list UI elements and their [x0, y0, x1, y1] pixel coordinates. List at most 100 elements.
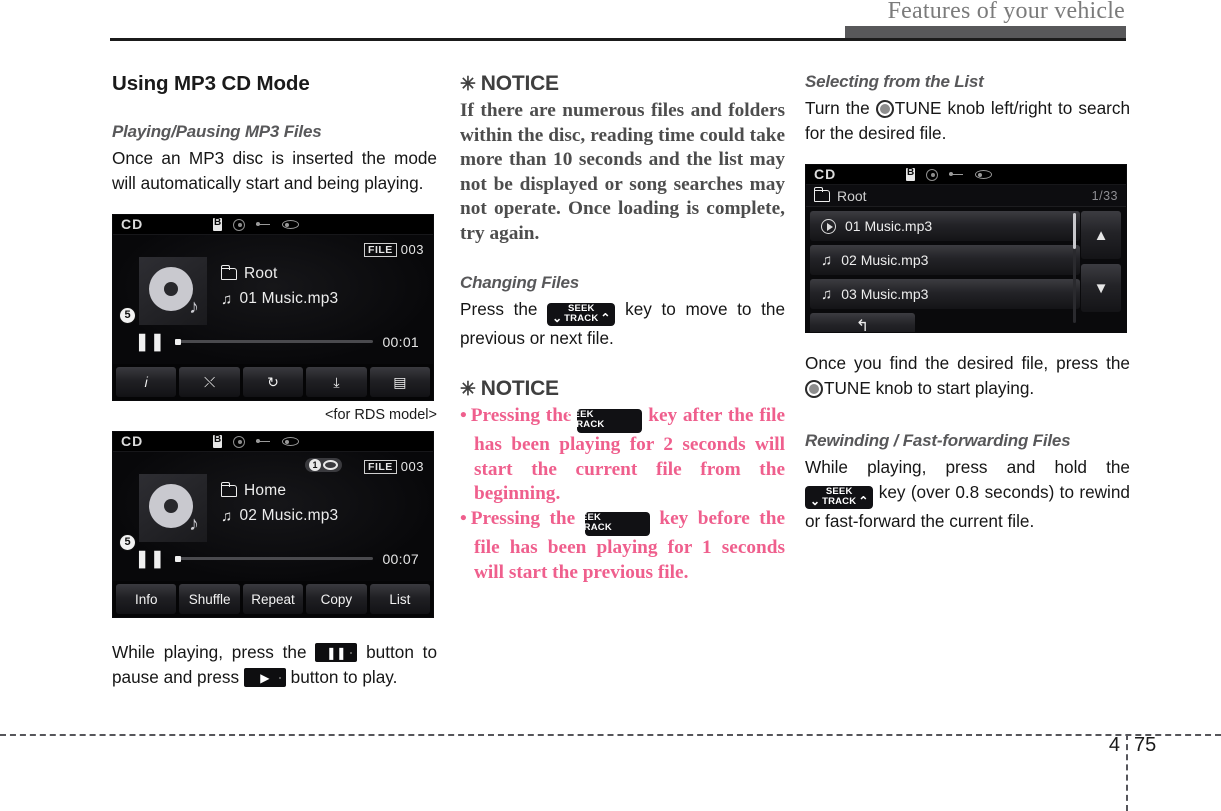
progress-handle[interactable]: [174, 338, 181, 345]
asterisk-icon: ✳: [460, 74, 476, 95]
list-item-label: 03 Music.mp3: [841, 286, 929, 302]
chevron-down-icon: ⌄: [552, 310, 563, 325]
screen2-track-info: Home ♫ 02 Music.mp3: [221, 482, 338, 532]
list-icon[interactable]: ▤: [369, 367, 431, 397]
notice-bullet-1: • Pressing the ⌄SEEK TRACK key after the f…: [460, 404, 785, 507]
seek-track-label: SEEK TRACK: [574, 512, 612, 533]
track-label: TRACK: [564, 312, 599, 324]
screen2-toolbar: Info Shuffle Repeat Copy List: [113, 581, 433, 617]
screen1-folder-name: Root: [244, 265, 278, 282]
list-item[interactable]: ♫ 03 Music.mp3: [810, 279, 1080, 309]
chevron-up-icon: ⌃: [858, 494, 869, 508]
progress-bar[interactable]: [174, 338, 374, 345]
screen1-toolbar: 𝑖 ⤬ ↻ ⤓ ▤: [113, 364, 433, 400]
seek-track-key-graphic[interactable]: ⌄SEEK TRACK: [554, 408, 643, 434]
play-icon: [821, 218, 836, 234]
pause-play-text-1: While playing, press the: [112, 642, 307, 662]
folder-icon: [221, 482, 237, 497]
bluetooth-icon: [906, 167, 915, 181]
list-button[interactable]: List: [369, 584, 431, 614]
tune-knob-icon[interactable]: [805, 380, 823, 398]
screen1-file-badge: FILE 003: [364, 242, 424, 257]
repeat-icon[interactable]: ↻: [242, 367, 304, 397]
disc-icon: [233, 218, 245, 231]
page-header: Features of your vehicle: [0, 0, 1221, 46]
subsection-changing-files: Changing Files: [460, 272, 580, 292]
after-text-2: TUNE knob to start playing.: [824, 378, 1035, 398]
screen1-source-label: CD: [121, 216, 144, 232]
scrollbar[interactable]: [1073, 213, 1076, 323]
screen1-track-line: ♫ 01 Music.mp3: [221, 290, 338, 308]
list-rows: 01 Music.mp3 ♫ 02 Music.mp3 ♫ 03 Music.m…: [810, 211, 1080, 332]
subsection-rewinding: Rewinding / Fast-forwarding Files: [805, 431, 1071, 450]
screen2-source-label: CD: [121, 433, 144, 449]
screen2-status-icons: [213, 434, 299, 448]
disc-art-icon: [149, 267, 193, 311]
scroll-buttons: ▲ ▼: [1081, 211, 1121, 317]
button-led: [278, 676, 281, 679]
page-number: 75: [1134, 734, 1157, 756]
footer-divider: [0, 734, 1221, 736]
file-label: FILE: [364, 459, 397, 474]
paragraph-changing-files: Press the ⌄SEEK TRACK ⌃ key to move to the…: [460, 297, 785, 351]
scroll-up-button[interactable]: ▲: [1081, 211, 1121, 259]
screen2-file-badge: FILE 003: [364, 459, 424, 474]
scrollbar-thumb[interactable]: [1073, 213, 1076, 249]
info-button[interactable]: Info: [116, 584, 177, 614]
list-body: 01 Music.mp3 ♫ 02 Music.mp3 ♫ 03 Music.m…: [806, 207, 1126, 332]
pause-icon: ❚❚: [135, 549, 166, 568]
scroll-down-button[interactable]: ▼: [1081, 264, 1121, 312]
seek-track-key-graphic[interactable]: ⌄SEEK TRACK ⌃: [547, 302, 616, 326]
screen1-status-bar: CD: [113, 215, 433, 235]
callout-marker-5: 5: [119, 307, 136, 324]
progress-bar[interactable]: [174, 555, 374, 562]
paragraph-press-tune: Once you find the desired file, press th…: [805, 351, 1130, 401]
screen1-track-info: Root ♫ 01 Music.mp3: [221, 265, 338, 315]
subsection-playing-pausing: Playing/Pausing MP3 Files: [112, 122, 322, 141]
seek-track-key-graphic[interactable]: ⌄SEEK TRACK: [562, 511, 650, 537]
asterisk-icon: ✳: [460, 378, 476, 400]
shuffle-button[interactable]: Shuffle: [179, 584, 240, 614]
screen2-track-name: 02 Music.mp3: [239, 507, 339, 524]
screen3-status-icons: [906, 167, 992, 181]
list-item[interactable]: 01 Music.mp3: [810, 211, 1080, 241]
seek-track-key-graphic[interactable]: ⌄SEEK TRACK ⌃: [805, 486, 874, 510]
paragraph-playing-pausing: Once an MP3 disc is inserted the mode wi…: [112, 148, 437, 193]
rewind-text-1: While playing, press and hold the: [805, 457, 1130, 477]
left-column: Using MP3 CD Mode Playing/Pausing MP3 Fi…: [112, 72, 437, 690]
paragraph-selecting-list: Turn the TUNE knob left/right to search …: [805, 96, 1130, 146]
progress-handle[interactable]: [174, 555, 181, 562]
notice-heading-2: ✳ NOTICE: [460, 377, 785, 401]
bluetooth-icon: [213, 434, 222, 448]
back-button[interactable]: ↰: [810, 313, 915, 332]
note-icon: ♫: [221, 290, 233, 308]
pause-play-text-3: button to play.: [290, 667, 398, 687]
page-title: Using MP3 CD Mode: [112, 72, 310, 95]
shuffle-icon[interactable]: ⤬: [179, 367, 240, 397]
screen1-status-icons: [213, 217, 299, 231]
note-icon: ♫: [821, 251, 833, 269]
screen2-folder-name: Home: [244, 482, 287, 499]
pause-button-graphic[interactable]: ❚❚: [315, 643, 358, 662]
repeat-button[interactable]: Repeat: [242, 584, 304, 614]
page-header-title: Features of your vehicle: [887, 0, 1125, 24]
chapter-number: 4: [1108, 734, 1120, 756]
cd-screen-file-list: CD Root 1/33 01 Music.mp3 ♫: [805, 164, 1127, 333]
middle-column: ✳ NOTICE If there are numerous files and …: [460, 72, 785, 585]
copy-button[interactable]: Copy: [306, 584, 367, 614]
callout-marker-5: 5: [119, 534, 136, 551]
seek-track-label: SEEK TRACK: [567, 409, 604, 430]
disc-icon: [926, 168, 938, 181]
list-item[interactable]: ♫ 02 Music.mp3: [810, 245, 1080, 275]
info-icon[interactable]: 𝑖: [116, 367, 177, 397]
right-column: Selecting from the List Turn the TUNE kn…: [805, 72, 1130, 534]
music-note-icon: ♪: [189, 296, 199, 318]
bluetooth-icon: [213, 217, 222, 231]
play-button-graphic[interactable]: ▶: [243, 668, 286, 687]
screen2-body: 1 FILE 003 5 ♪ Home ♫ 02 Music.mp3 ❚❚ 00…: [113, 452, 433, 581]
notice-heading-1-label: NOTICE: [480, 72, 559, 95]
list-item-label: 01 Music.mp3: [845, 218, 933, 234]
tune-knob-icon[interactable]: [875, 100, 894, 118]
screen1-folder-line: Root: [221, 265, 338, 283]
copy-icon[interactable]: ⤓: [306, 367, 367, 397]
